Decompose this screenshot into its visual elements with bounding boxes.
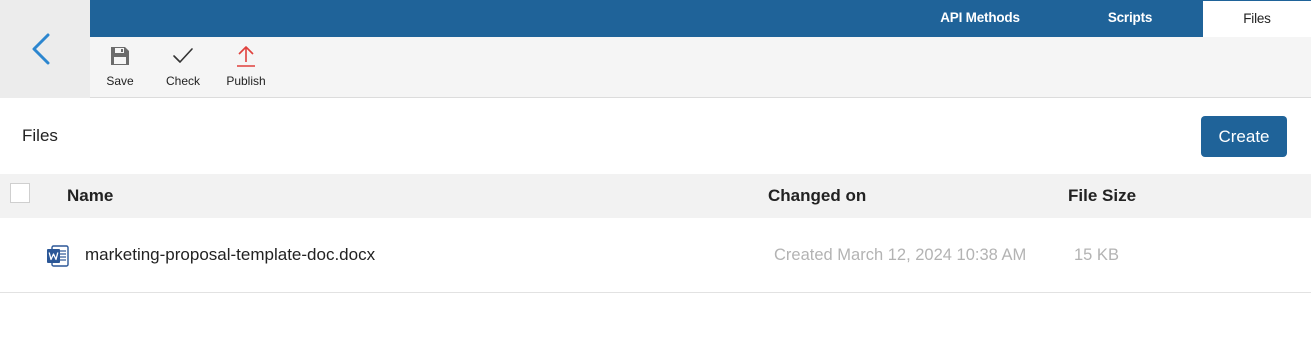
floppy-disk-icon <box>111 47 129 65</box>
tab-files[interactable]: Files <box>1203 0 1311 37</box>
column-header-file-size[interactable]: File Size <box>1068 186 1136 206</box>
column-header-name[interactable]: Name <box>67 186 113 206</box>
word-document-icon <box>47 245 69 267</box>
tab-scripts[interactable]: Scripts <box>1070 0 1190 37</box>
top-tab-bar: API Methods Scripts Files <box>90 0 1311 37</box>
file-size: 15 KB <box>1074 246 1119 264</box>
chevron-left-icon <box>32 33 50 65</box>
create-button[interactable]: Create <box>1201 116 1287 157</box>
file-changed-on: Created March 12, 2024 10:38 AM <box>774 246 1027 264</box>
file-name[interactable]: marketing-proposal-template-doc.docx <box>85 245 375 265</box>
table-row[interactable]: marketing-proposal-template-doc.docx Cre… <box>0 218 1311 293</box>
back-button[interactable] <box>0 0 90 98</box>
publish-button[interactable]: Publish <box>216 37 276 98</box>
publish-label: Publish <box>226 74 266 88</box>
upload-arrow-icon <box>237 46 255 67</box>
page-title: Files <box>22 126 58 145</box>
check-label: Check <box>165 74 200 88</box>
save-button[interactable]: Save <box>90 37 150 98</box>
table-header: Name Changed on File Size <box>0 174 1311 218</box>
tab-api-methods[interactable]: API Methods <box>920 0 1040 37</box>
check-button[interactable]: Check <box>153 37 213 98</box>
save-label: Save <box>106 74 134 88</box>
select-all-checkbox[interactable] <box>10 183 30 203</box>
checkmark-icon <box>173 48 193 63</box>
toolbar: Save Check Publish <box>90 37 1311 98</box>
column-header-changed-on[interactable]: Changed on <box>768 186 866 206</box>
